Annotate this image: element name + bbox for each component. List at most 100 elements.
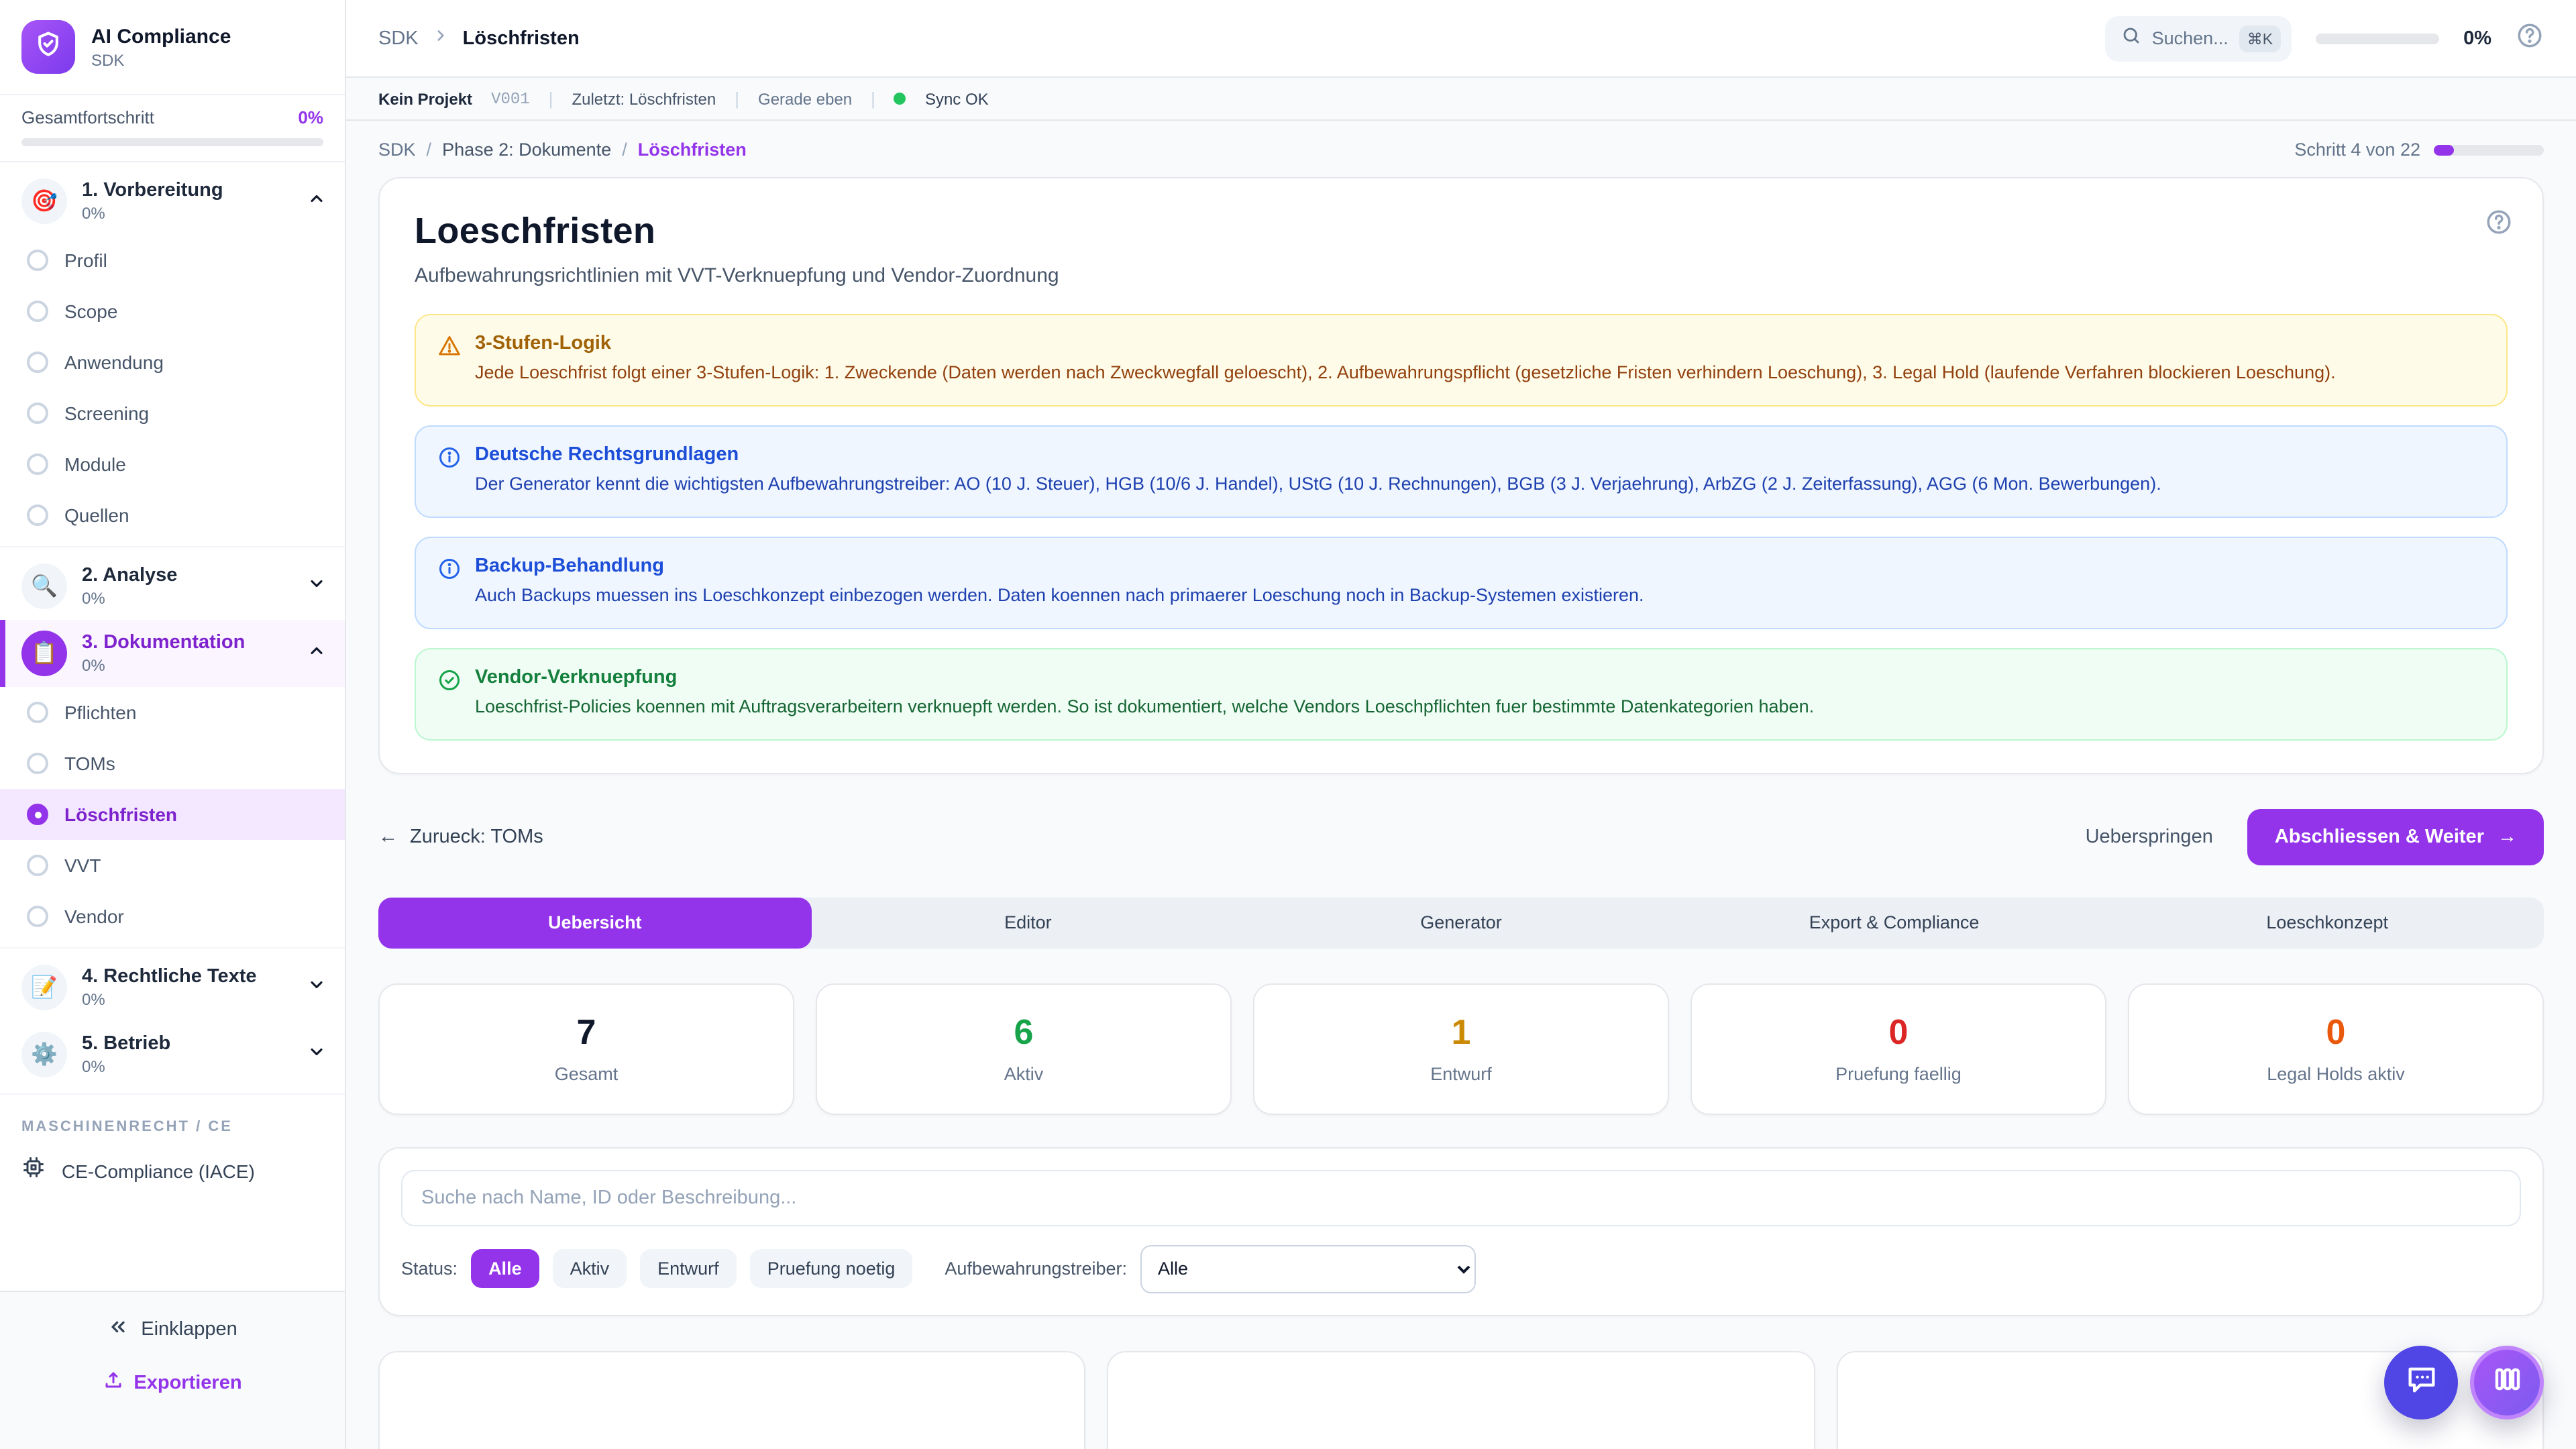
- tab-uebersicht[interactable]: Uebersicht: [378, 897, 812, 948]
- tab-export-compliance[interactable]: Export & Compliance: [1678, 897, 2111, 948]
- sidebar-section-vorbereitung[interactable]: 🎯 1. Vorbereitung 0%: [0, 168, 345, 235]
- help-icon[interactable]: [2516, 21, 2544, 56]
- status-pill-entwurf[interactable]: Entwurf: [640, 1249, 737, 1288]
- policy-search-input[interactable]: [401, 1169, 2521, 1226]
- step-circle-active-icon: [27, 804, 48, 825]
- app-root: AI Compliance SDK Gesamtfortschritt 0% 🎯…: [0, 0, 2576, 1449]
- topbar: SDK Löschfristen Suchen... ⌘K 0%: [346, 0, 2576, 78]
- sidebar-section-analyse[interactable]: 🔍 2. Analyse 0%: [0, 553, 345, 620]
- divider: [0, 546, 345, 547]
- sidebar-group-label: MASCHINENRECHT / CE: [0, 1100, 345, 1143]
- sidebar-section-rechtliche-texte[interactable]: 📝 4. Rechtliche Texte 0%: [0, 954, 345, 1021]
- tab-generator[interactable]: Generator: [1244, 897, 1678, 948]
- back-button[interactable]: ← Zurueck: TOMs: [378, 826, 543, 847]
- skip-button[interactable]: Ueberspringen: [2086, 826, 2213, 847]
- finish-next-button[interactable]: Abschliessen & Weiter →: [2248, 808, 2544, 865]
- collapse-sidebar-button[interactable]: Einklappen: [21, 1316, 323, 1343]
- overall-progress-label: Gesamtfortschritt: [21, 107, 154, 127]
- status-pill-pruefung-noetig[interactable]: Pruefung noetig: [750, 1249, 913, 1288]
- stat-entwurf: 1 Entwurf: [1253, 983, 1669, 1114]
- tab-editor[interactable]: Editor: [812, 897, 1245, 948]
- chat-button[interactable]: [2384, 1346, 2458, 1419]
- wizard-actions: ← Zurueck: TOMs Ueberspringen Abschliess…: [378, 808, 2544, 865]
- breadcrumb-phase[interactable]: Phase 2: Dokumente: [442, 140, 611, 160]
- columns-button[interactable]: [2470, 1346, 2544, 1419]
- app-subtitle: SDK: [91, 50, 231, 69]
- callout-warning: 3-Stufen-Logik Jede Loeschfrist folgt ei…: [415, 314, 2508, 407]
- last-saved-time: Gerade eben: [758, 89, 852, 108]
- double-chevron-left-icon: [107, 1316, 129, 1343]
- global-search-button[interactable]: Suchen... ⌘K: [2105, 15, 2292, 61]
- info-icon: [437, 557, 462, 610]
- sidebar-footer: Einklappen Exportieren: [0, 1291, 345, 1449]
- sidebar-item-scope[interactable]: Scope: [0, 286, 345, 337]
- stat-legal-holds: 0 Legal Holds aktiv: [2128, 983, 2544, 1114]
- driver-select[interactable]: Alle: [1140, 1244, 1476, 1293]
- step-circle-icon: [27, 702, 48, 723]
- sidebar-section-dokumentation[interactable]: 📋 3. Dokumentation 0%: [0, 620, 345, 687]
- topbar-progress-bar: [2316, 33, 2439, 44]
- sidebar-item-module[interactable]: Module: [0, 439, 345, 490]
- app-name: AI Compliance: [91, 25, 231, 48]
- main-area: SDK Löschfristen Suchen... ⌘K 0% Kein Pr…: [346, 0, 2576, 1449]
- breadcrumb-current: Löschfristen: [638, 140, 747, 160]
- sidebar-item-ce-compliance[interactable]: CE-Compliance (IACE): [0, 1143, 345, 1198]
- page-content: SDK / Phase 2: Dokumente / Löschfristen …: [346, 121, 2576, 1449]
- sidebar-item-toms[interactable]: TOMs: [0, 738, 345, 789]
- warning-icon: [437, 334, 462, 388]
- chevron-up-icon: [307, 641, 326, 666]
- tab-loeschkonzept[interactable]: Loeschkonzept: [2110, 897, 2544, 948]
- breadcrumb-current: Löschfristen: [463, 28, 580, 49]
- sidebar-item-loeschfristen[interactable]: Löschfristen: [0, 789, 345, 840]
- keyboard-shortcut-badge: ⌘K: [2239, 25, 2281, 52]
- status-pill-alle[interactable]: Alle: [471, 1249, 539, 1288]
- policy-card[interactable]: [378, 1350, 1086, 1449]
- driver-filter-label: Aufbewahrungstreiber:: [945, 1258, 1127, 1279]
- divider: |: [871, 89, 875, 109]
- sidebar: AI Compliance SDK Gesamtfortschritt 0% 🎯…: [0, 0, 346, 1449]
- check-circle-icon: [437, 668, 462, 722]
- policy-cards-row: [378, 1350, 2544, 1449]
- sidebar-item-vvt[interactable]: VVT: [0, 840, 345, 891]
- sidebar-item-anwendung[interactable]: Anwendung: [0, 337, 345, 388]
- chevron-down-icon: [307, 1042, 326, 1067]
- app-logo: [21, 20, 75, 74]
- overall-progress-bar: [21, 138, 323, 146]
- sidebar-item-pflichten[interactable]: Pflichten: [0, 687, 345, 738]
- sidebar-nav: 🎯 1. Vorbereitung 0% Profil Scope Anwend…: [0, 162, 345, 1291]
- floating-buttons: [2384, 1346, 2544, 1419]
- chat-bubble-icon: [2404, 1362, 2438, 1403]
- step-circle-icon: [27, 402, 48, 424]
- policy-card[interactable]: [1108, 1350, 1815, 1449]
- sidebar-item-quellen[interactable]: Quellen: [0, 490, 345, 541]
- export-button[interactable]: Exportieren: [21, 1370, 323, 1395]
- chevron-down-icon: [307, 975, 326, 1000]
- clipboard-icon: 📋: [21, 631, 67, 676]
- status-pill-aktiv[interactable]: Aktiv: [553, 1249, 627, 1288]
- help-icon[interactable]: [2485, 208, 2513, 243]
- step-indicator: Schritt 4 von 22: [2294, 140, 2544, 160]
- sync-status-label: Sync OK: [925, 89, 989, 108]
- overall-progress: Gesamtfortschritt 0%: [0, 95, 345, 162]
- sidebar-item-screening[interactable]: Screening: [0, 388, 345, 439]
- breadcrumb: SDK / Phase 2: Dokumente / Löschfristen: [378, 140, 747, 160]
- last-visited-label: Zuletzt: Löschfristen: [572, 89, 716, 108]
- step-circle-icon: [27, 453, 48, 475]
- sidebar-section-betrieb[interactable]: ⚙️ 5. Betrieb 0%: [0, 1021, 345, 1088]
- sidebar-item-vendor[interactable]: Vendor: [0, 891, 345, 942]
- filter-card: Status: Alle Aktiv Entwurf Pruefung noet…: [378, 1146, 2544, 1316]
- magnifier-icon: 🔍: [21, 564, 67, 609]
- chevron-up-icon: [307, 189, 326, 214]
- topbar-progress-value: 0%: [2463, 28, 2491, 49]
- status-bar: Kein Projekt V001 | Zuletzt: Löschfriste…: [346, 78, 2576, 121]
- step-circle-icon: [27, 855, 48, 876]
- arrow-left-icon: ←: [378, 826, 398, 847]
- breadcrumb-root[interactable]: SDK: [378, 28, 419, 49]
- sync-status-dot: [894, 93, 906, 105]
- title-card: Loeschfristen Aufbewahrungsrichtlinien m…: [378, 177, 2544, 773]
- stats-row: 7 Gesamt 6 Aktiv 1 Entwurf 0 Pruefung fa…: [378, 983, 2544, 1114]
- step-circle-icon: [27, 301, 48, 322]
- sidebar-item-profil[interactable]: Profil: [0, 235, 345, 286]
- breadcrumb-sdk[interactable]: SDK: [378, 140, 416, 160]
- step-progress-bar: [2434, 144, 2544, 155]
